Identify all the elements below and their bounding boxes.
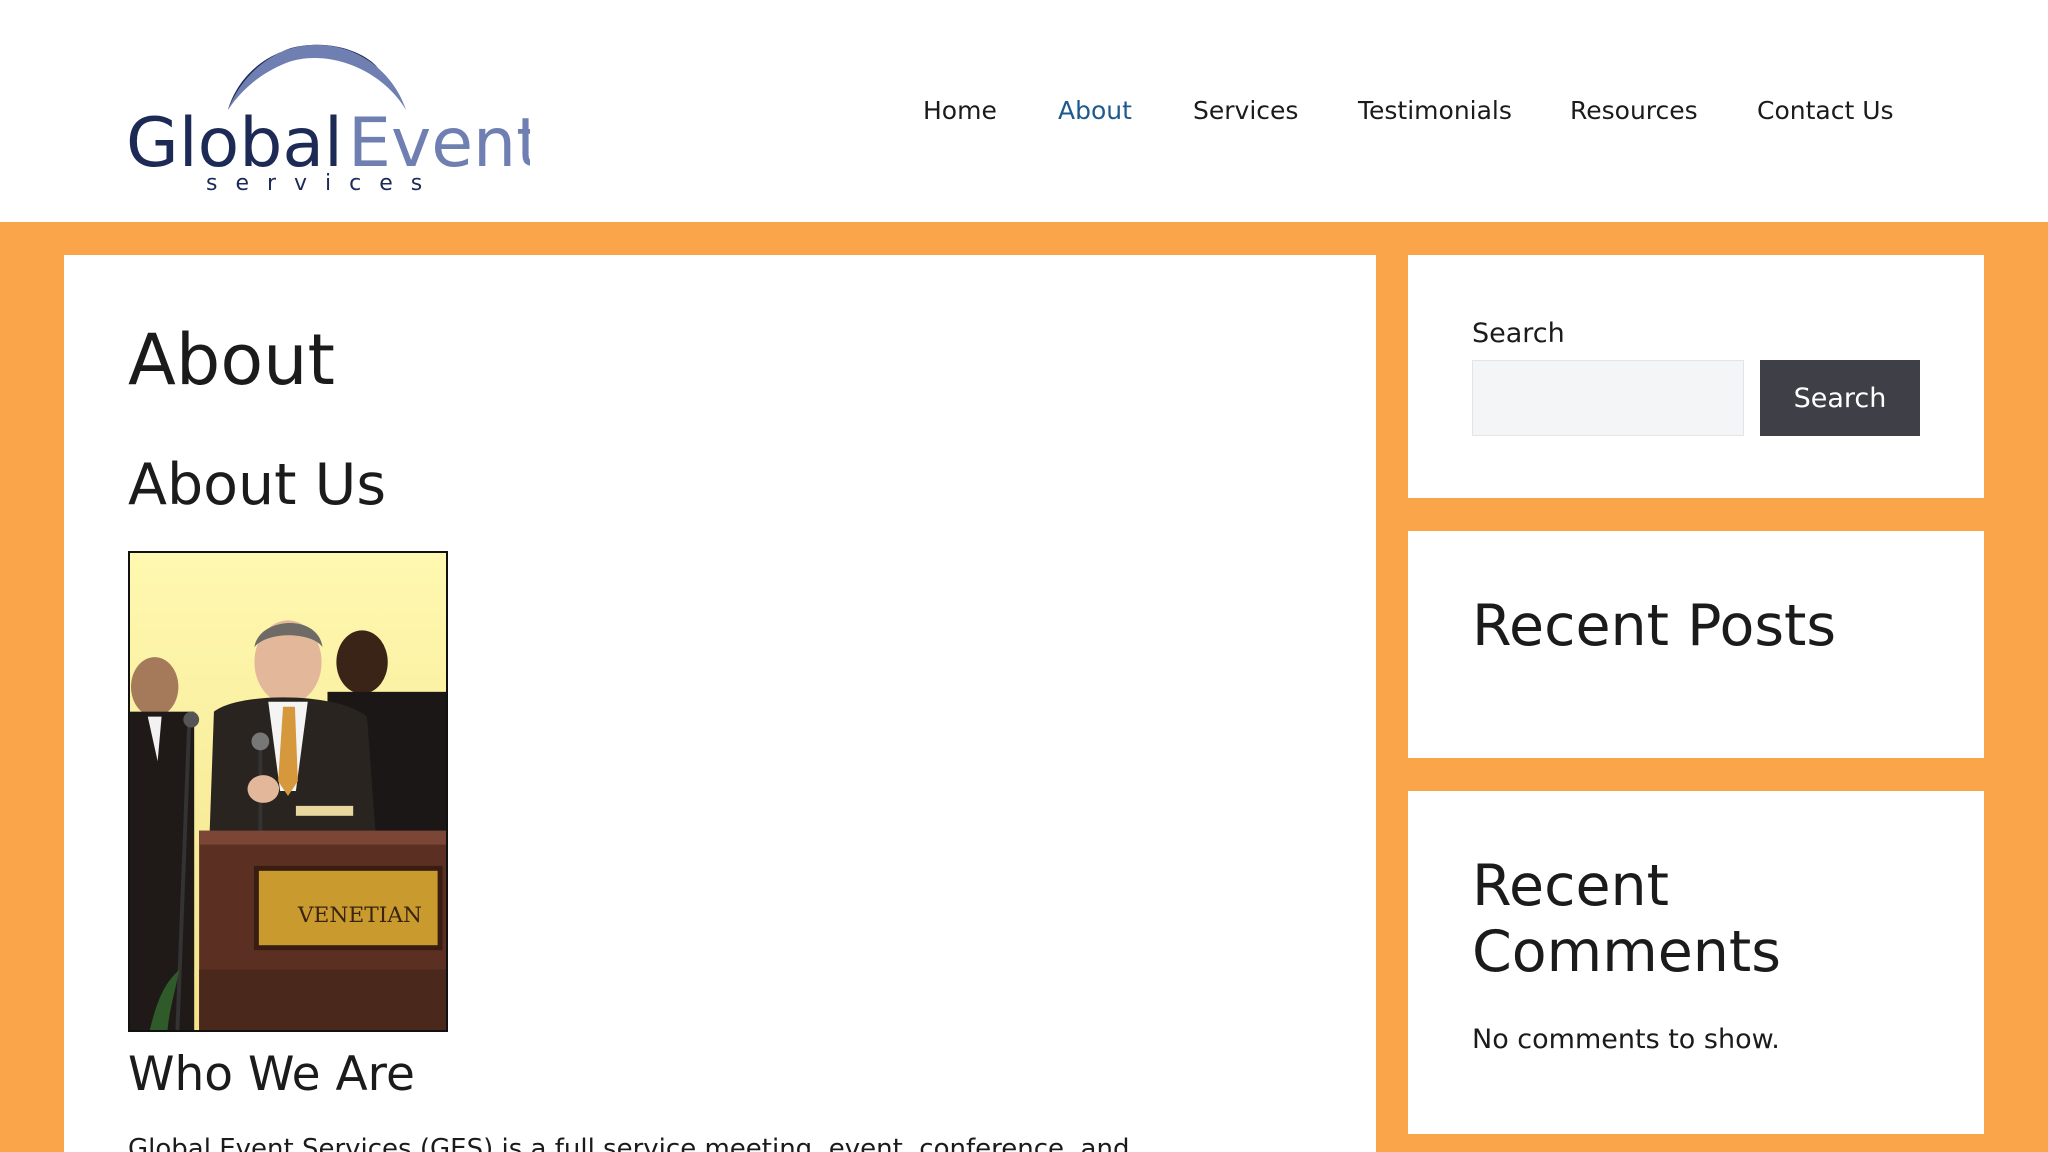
nav-testimonials[interactable]: Testimonials [1358,96,1512,126]
recent-comments-title: Recent Comments [1472,853,1781,985]
no-comments-text: No comments to show. [1472,1024,1780,1055]
main-nav: Home About Services Testimonials Resourc… [0,96,2048,126]
search-button[interactable]: Search [1760,360,1920,436]
nav-services[interactable]: Services [1193,96,1298,126]
search-label: Search [1472,318,1565,349]
podium-sign-text: VENETIAN [297,903,422,928]
speaker-at-podium-image: VENETIAN [130,553,446,1030]
site-header: Global Event services Home About Service… [0,0,2048,222]
nav-home[interactable]: Home [923,96,997,126]
intro-paragraph: Global Event Services (GES) is a full se… [128,1134,1130,1152]
main-content: About About Us VENETIAN Who We Are Globa… [64,255,1376,1152]
nav-about[interactable]: About [1058,96,1132,126]
nav-contact-us[interactable]: Contact Us [1757,96,1894,126]
speaker-photo: VENETIAN [128,551,448,1032]
recent-posts-widget: Recent Posts [1408,531,1984,758]
svg-text:services: services [206,171,440,194]
recent-comments-widget: Recent Comments No comments to show. [1408,791,1984,1134]
nav-resources[interactable]: Resources [1570,96,1698,126]
search-input[interactable] [1472,360,1744,436]
recent-posts-title: Recent Posts [1472,593,1837,659]
search-widget: Search Search [1408,255,1984,498]
subsection-title-who-we-are: Who We Are [128,1047,415,1102]
page-title: About [128,319,335,401]
section-title-about-us: About Us [128,452,387,518]
